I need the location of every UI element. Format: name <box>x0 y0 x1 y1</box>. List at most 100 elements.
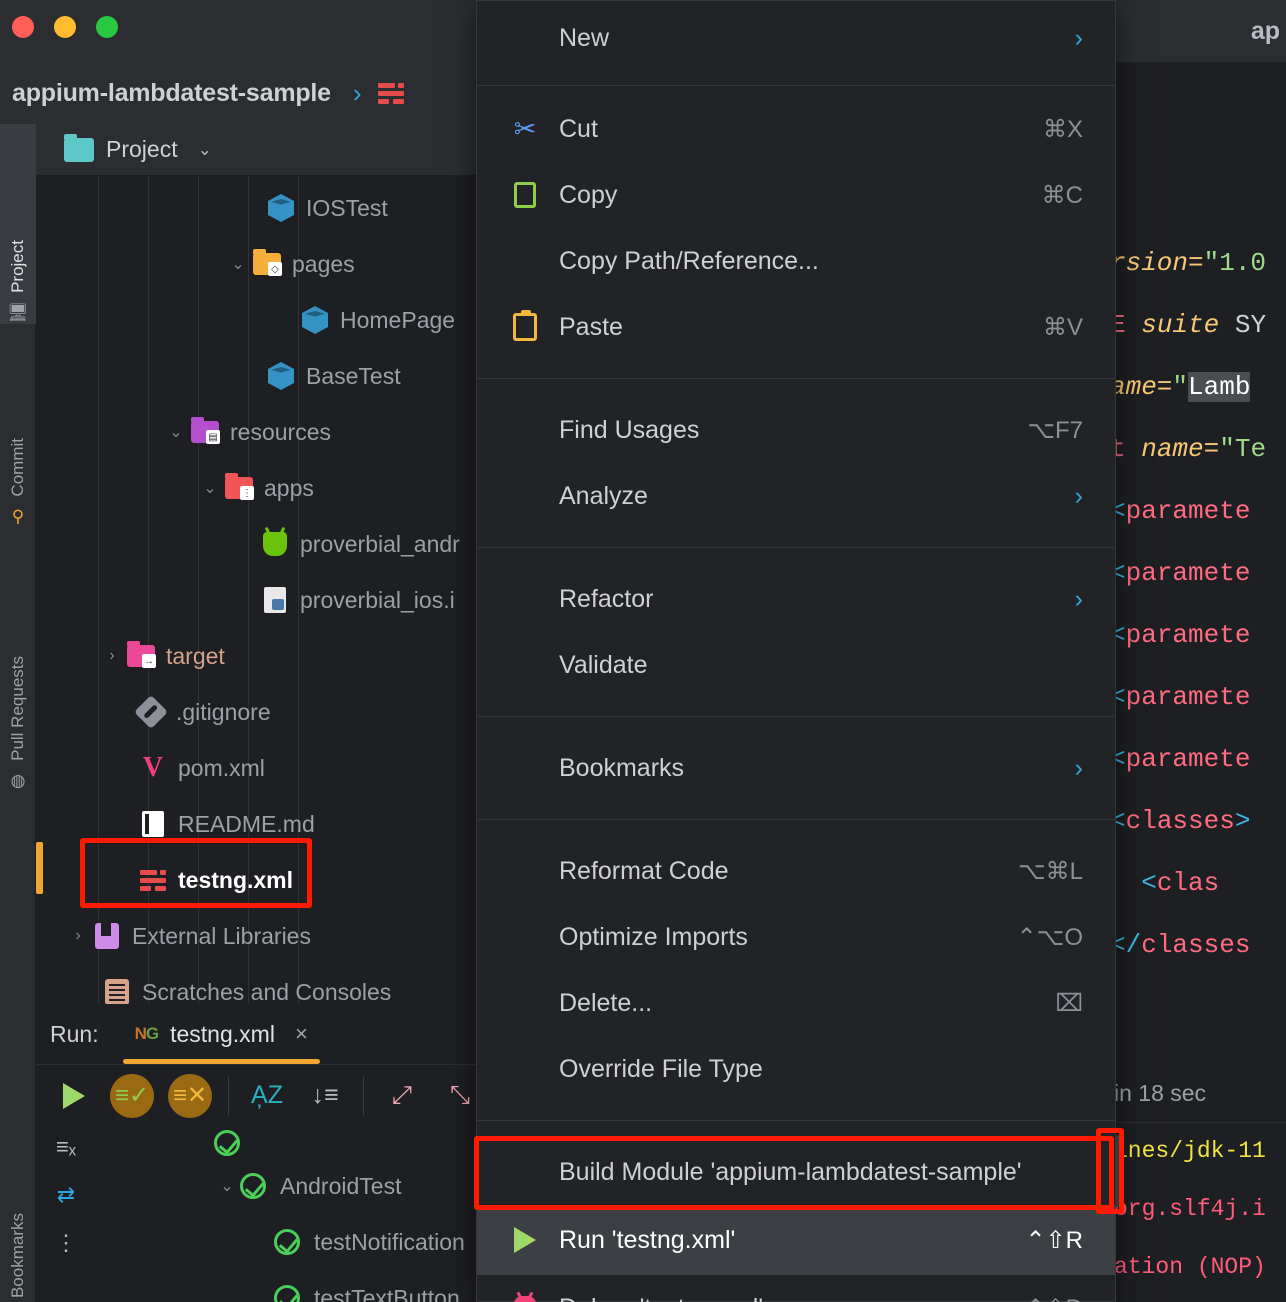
testng-xml-icon[interactable] <box>377 82 404 104</box>
chevron-right-icon: › <box>1074 753 1083 782</box>
chevron-down-icon[interactable]: ⌄ <box>164 422 188 442</box>
sort-az-button[interactable]: A̦Z <box>241 1070 293 1122</box>
chevron-down-icon[interactable]: ⌄ <box>214 1176 240 1196</box>
menu-item-label: Cut <box>559 114 598 143</box>
run-icon <box>501 1227 549 1253</box>
console-divider <box>1100 1122 1286 1123</box>
menu-item-delete[interactable]: Delete... ⌧ <box>477 970 1115 1036</box>
toolbar-divider <box>363 1076 364 1115</box>
commit-icon: ⚲ <box>11 507 25 526</box>
close-icon[interactable]: × <box>295 1021 308 1047</box>
tree-item-gitignore[interactable]: .gitignore <box>36 684 476 740</box>
menu-separator <box>477 1120 1115 1121</box>
tree-item-target[interactable]: › → target <box>36 628 476 684</box>
console-line: org.slf4j.i <box>1114 1196 1266 1222</box>
menu-item-reformat-code[interactable]: Reformat Code ⌥⌘L <box>477 838 1115 904</box>
project-folder-icon <box>64 133 94 162</box>
tree-item-external-libraries[interactable]: › External Libraries <box>36 908 476 964</box>
tree-item-basetest[interactable]: BaseTest <box>36 348 476 404</box>
debug-icon <box>501 1296 549 1302</box>
menu-item-build-module[interactable]: Build Module 'appium-lambdatest-sample' <box>477 1139 1115 1205</box>
sort-duration-button[interactable]: ↓≡ <box>299 1070 351 1122</box>
readme-icon <box>136 811 170 837</box>
tree-item-proverbial-android[interactable]: proverbial_andr <box>36 516 476 572</box>
menu-item-label: Copy Path/Reference... <box>559 246 819 275</box>
show-failed-button[interactable]: ≡✕ <box>164 1070 216 1122</box>
menu-separator <box>477 819 1115 820</box>
code-line: <paramete <box>1110 620 1251 650</box>
show-passed-button[interactable]: ≡✓ <box>106 1070 158 1122</box>
tree-item-proverbial-ios[interactable]: proverbial_ios.i <box>36 572 476 628</box>
folder-red-icon: ⋮ <box>222 473 256 500</box>
menu-item-debug-testng-xml[interactable]: Debug 'testng.xml' ⌃⇧D <box>477 1275 1115 1302</box>
console-line: ines/jdk-11 <box>1114 1138 1266 1164</box>
chevron-right-icon[interactable]: › <box>100 647 124 665</box>
swap-icon[interactable]: ⇄ <box>57 1182 75 1208</box>
test-row-label: AndroidTest <box>280 1172 402 1199</box>
tree-item-readme[interactable]: README.md <box>36 796 476 852</box>
menu-item-refactor[interactable]: Refactor › <box>477 566 1115 632</box>
menu-item-label: Delete... <box>559 988 653 1017</box>
minimize-button[interactable] <box>54 16 76 38</box>
editor-tab-bar[interactable]: ap <box>1110 0 1286 62</box>
menu-item-copy-path-reference[interactable]: Copy Path/Reference... <box>477 228 1115 294</box>
project-panel-header[interactable]: Project ⌄ <box>36 124 476 176</box>
menu-item-validate[interactable]: Validate <box>477 632 1115 698</box>
menu-item-label: Optimize Imports <box>559 922 748 951</box>
code-line: <paramete <box>1110 496 1251 526</box>
testng-icon: NG <box>134 1024 160 1043</box>
tree-item-label: pom.xml <box>178 754 265 781</box>
menu-item-label: Analyze <box>559 481 648 510</box>
tree-item-pom-xml[interactable]: V pom.xml <box>36 740 476 796</box>
tree-item-apps[interactable]: ⌄ ⋮ apps <box>36 460 476 516</box>
tree-item-iostest[interactable]: IOSTest <box>36 180 476 236</box>
test-passed-icon <box>274 1229 300 1255</box>
expand-all-button[interactable]: ⤢ <box>376 1070 428 1122</box>
code-editor[interactable]: rsion="1.0 E suite SY ame="Lamb t name="… <box>1110 62 1286 1064</box>
tree-item-label: BaseTest <box>306 362 401 389</box>
rerun-button[interactable] <box>48 1070 100 1122</box>
menu-item-label: Override File Type <box>559 1054 763 1083</box>
run-tab-testng-xml[interactable]: NG testng.xml × <box>116 1004 326 1064</box>
breadcrumb-project-name[interactable]: appium-lambdatest-sample <box>12 79 331 108</box>
maximize-button[interactable] <box>96 16 118 38</box>
menu-item-optimize-imports[interactable]: Optimize Imports ⌃⌥O <box>477 904 1115 970</box>
code-line: <classes> <box>1110 806 1251 836</box>
menu-item-bookmarks[interactable]: Bookmarks › <box>477 735 1115 801</box>
menu-item-paste[interactable]: Paste ⌘V <box>477 294 1115 360</box>
chevron-right-icon[interactable]: › <box>66 927 90 945</box>
menu-item-shortcut: ⌃⇧R <box>1025 1226 1083 1254</box>
tree-item-resources[interactable]: ⌄ ▤ resources <box>36 404 476 460</box>
chevron-right-icon: › <box>1074 584 1083 613</box>
close-button[interactable] <box>12 16 34 38</box>
menu-item-find-usages[interactable]: Find Usages ⌥F7 <box>477 397 1115 463</box>
chevron-down-icon[interactable]: ⌄ <box>198 140 212 160</box>
maven-icon: V <box>142 752 164 783</box>
test-row-label: testTextButton <box>314 1284 460 1302</box>
run-console[interactable]: in 18 sec ines/jdk-11 org.slf4j.i ation … <box>1100 1064 1286 1302</box>
menu-item-label: Debug 'testng.xml' <box>559 1294 763 1302</box>
filter-icon[interactable]: ≡ₓ <box>56 1134 76 1160</box>
console-line: ation (NOP) <box>1114 1254 1280 1280</box>
menu-item-new[interactable]: New › <box>477 1 1115 75</box>
sidebar-item-bookmarks[interactable]: Bookmarks <box>0 1174 36 1302</box>
tree-item-pages[interactable]: ⌄ ◇ pages <box>36 236 476 292</box>
sidebar-item-commit[interactable]: ⚲ Commit <box>0 328 36 528</box>
menu-item-analyze[interactable]: Analyze › <box>477 463 1115 529</box>
more-vertical-icon[interactable]: ⋮ <box>55 1230 77 1256</box>
tree-item-testng-xml[interactable]: testng.xml <box>36 852 476 908</box>
chevron-right-icon: › <box>1074 481 1083 510</box>
chevron-down-icon[interactable]: ⌄ <box>198 478 222 498</box>
menu-item-cut[interactable]: ✂ Cut ⌘X <box>477 96 1115 162</box>
menu-item-run-testng-xml[interactable]: Run 'testng.xml' ⌃⇧R <box>477 1205 1115 1275</box>
chevron-down-icon[interactable]: ⌄ <box>226 254 250 274</box>
menu-item-override-file-type[interactable]: Override File Type <box>477 1036 1115 1102</box>
sidebar-item-label-pull-requests: Pull Requests <box>8 656 27 761</box>
sidebar-item-pull-requests[interactable]: ◍ Pull Requests <box>0 532 36 792</box>
tree-item-homepage[interactable]: HomePage <box>36 292 476 348</box>
left-tool-strip: 🖥 Project ⚲ Commit ◍ Pull Requests Bookm… <box>0 124 36 1302</box>
sidebar-item-project[interactable]: 🖥 Project <box>0 124 36 324</box>
github-icon: ◍ <box>10 771 26 790</box>
tree-item-label: Scratches and Consoles <box>142 978 392 1005</box>
menu-item-copy[interactable]: Copy ⌘C <box>477 162 1115 228</box>
